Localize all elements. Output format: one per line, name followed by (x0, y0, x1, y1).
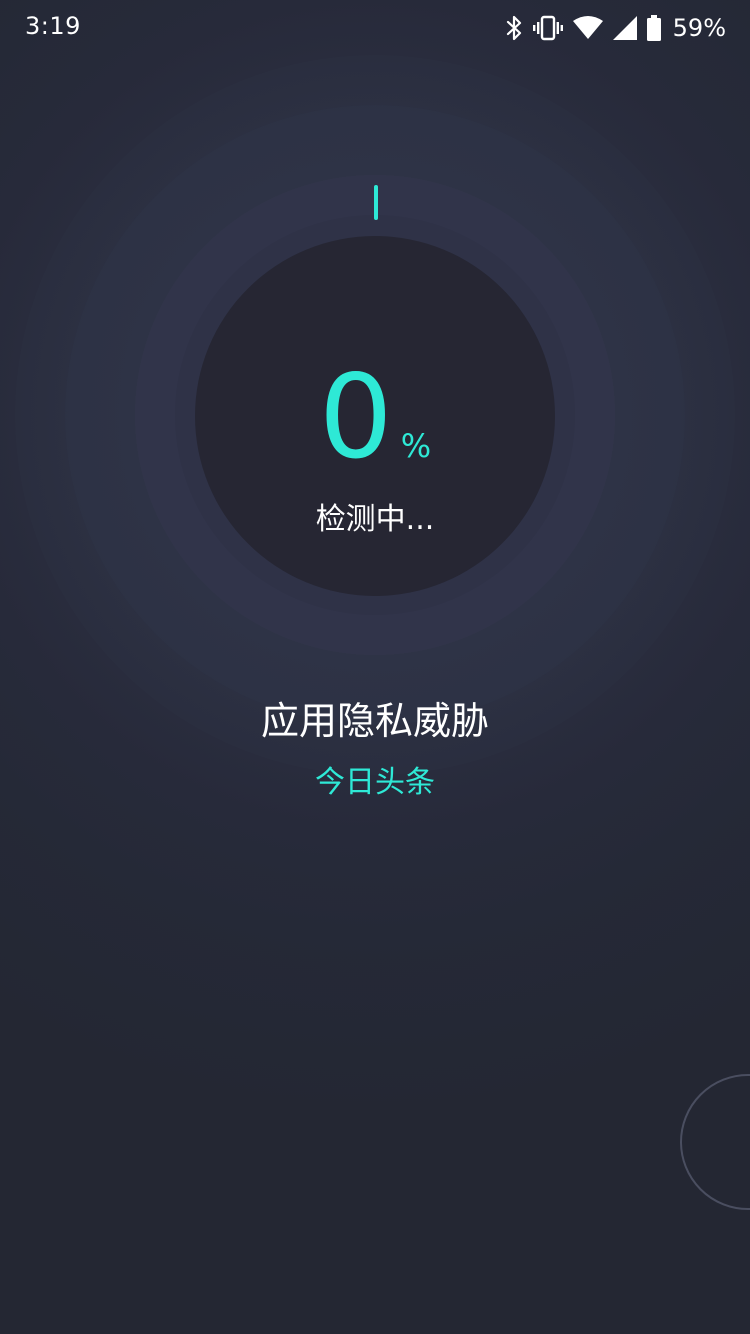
vibrate-icon (532, 15, 563, 41)
battery-percent: 59% (672, 14, 726, 42)
status-time: 3:19 (25, 12, 81, 40)
percent-sign: % (400, 427, 432, 465)
status-icons: 59% (505, 12, 726, 44)
scan-screen: 3:19 59% 0 % 检测中... 应用隐私威胁 今日头条 (0, 0, 750, 1334)
battery-icon (646, 15, 661, 41)
progress-readout: 0% (195, 360, 555, 476)
current-app-name: 今日头条 (315, 765, 435, 800)
bluetooth-icon (505, 15, 523, 41)
signal-icon (612, 16, 637, 40)
floating-button[interactable] (680, 1074, 750, 1210)
scan-title: 应用隐私威胁 (260, 699, 489, 743)
progress-tick (374, 185, 378, 220)
progress-value: 0 (318, 350, 393, 485)
status-bar: 3:19 59% (0, 0, 750, 56)
wifi-icon (572, 16, 603, 40)
scan-status-text: 检测中... (315, 502, 435, 537)
